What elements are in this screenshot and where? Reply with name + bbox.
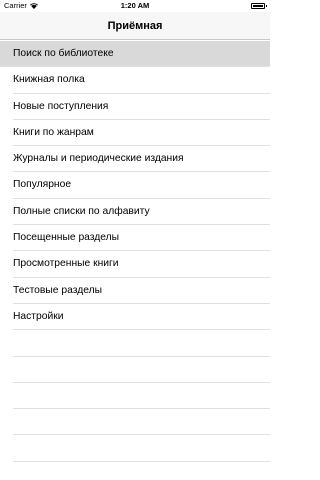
menu-item-bookshelf[interactable]: Книжная полка [0,67,270,94]
page-title: Приёмная [107,20,163,32]
screen: Carrier 1:20 AM Приёмная Поиск по библио… [0,0,270,480]
menu-item-test-sections[interactable]: Тестовые разделы [0,278,270,304]
menu-item-label: Книжная полка [13,74,85,86]
navigation-bar: Приёмная [0,12,270,40]
menu-item-viewed-books[interactable]: Просмотренные книги [0,251,270,278]
menu-item-label: Журналы и периодические издания [13,153,184,165]
empty-row [0,383,270,410]
empty-row [0,409,270,436]
menu-item-popular[interactable]: Популярное [0,172,270,199]
menu-item-label: Посещенные разделы [13,232,120,244]
menu-item-label: Книги по жанрам [13,126,94,138]
status-time: 1:20 AM [120,1,150,10]
menu-item-visited-sections[interactable]: Посещенные разделы [0,225,270,252]
status-bar: Carrier 1:20 AM [0,0,270,12]
menu-item-settings[interactable]: Настройки [0,304,270,331]
menu-item-label: Тестовые разделы [13,284,103,296]
empty-row [0,330,270,357]
menu-item-alphabetical-lists[interactable]: Полные списки по алфавиту [0,199,270,226]
menu-item-label: Поиск по библиотеке [13,48,114,59]
battery-icon [251,3,267,9]
menu-item-books-by-genre[interactable]: Книги по жанрам [0,120,270,147]
empty-row [0,435,270,462]
menu-item-label: Популярное [13,179,72,191]
menu-item-label: Просмотренные книги [13,258,119,270]
menu-item-new-arrivals[interactable]: Новые поступления [0,94,270,120]
menu-item-library-search[interactable]: Поиск по библиотеке [0,41,270,68]
menu-item-magazines[interactable]: Журналы и периодические издания [0,146,270,173]
empty-row [0,357,270,383]
menu-item-label: Новые поступления [13,100,109,112]
menu-item-label: Полные списки по алфавиту [13,205,150,217]
menu-item-label: Настройки [13,310,64,322]
row-divider [13,460,270,462]
menu-list: Поиск по библиотеке Книжная полка Новые … [0,41,270,462]
